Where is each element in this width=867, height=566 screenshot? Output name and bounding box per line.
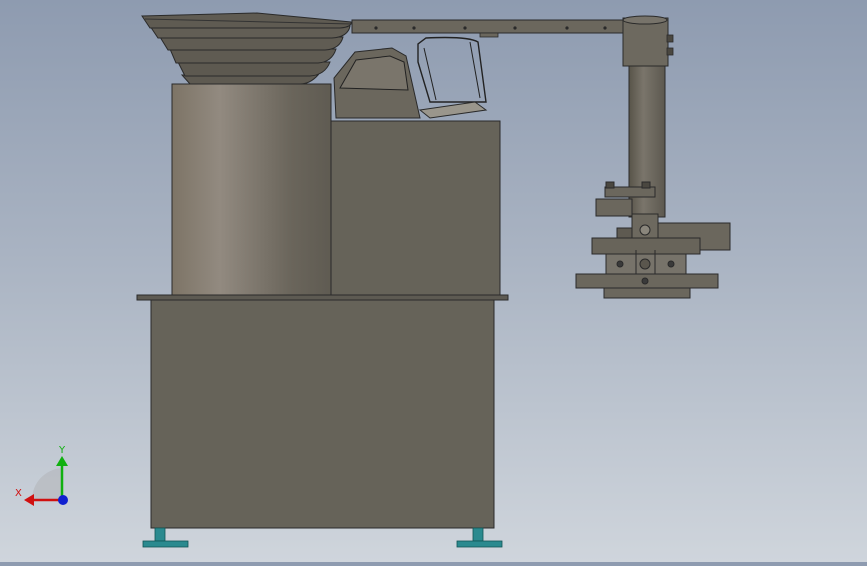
y-axis-label: Y [58, 445, 66, 456]
foot-left [142, 527, 189, 548]
coordinate-triad [24, 456, 68, 506]
feeder-bowl [141, 12, 353, 85]
bowl-base-cylinder [171, 83, 332, 296]
cad-viewport[interactable]: Y X [0, 0, 867, 562]
x-axis-label: X [15, 488, 22, 499]
crossbar-arm [351, 19, 641, 38]
control-box [330, 120, 501, 296]
chute-assembly [333, 36, 488, 119]
table-top [136, 294, 509, 301]
model-view[interactable]: Y X [0, 0, 867, 562]
foot-right [456, 527, 503, 548]
cabinet [150, 299, 495, 529]
